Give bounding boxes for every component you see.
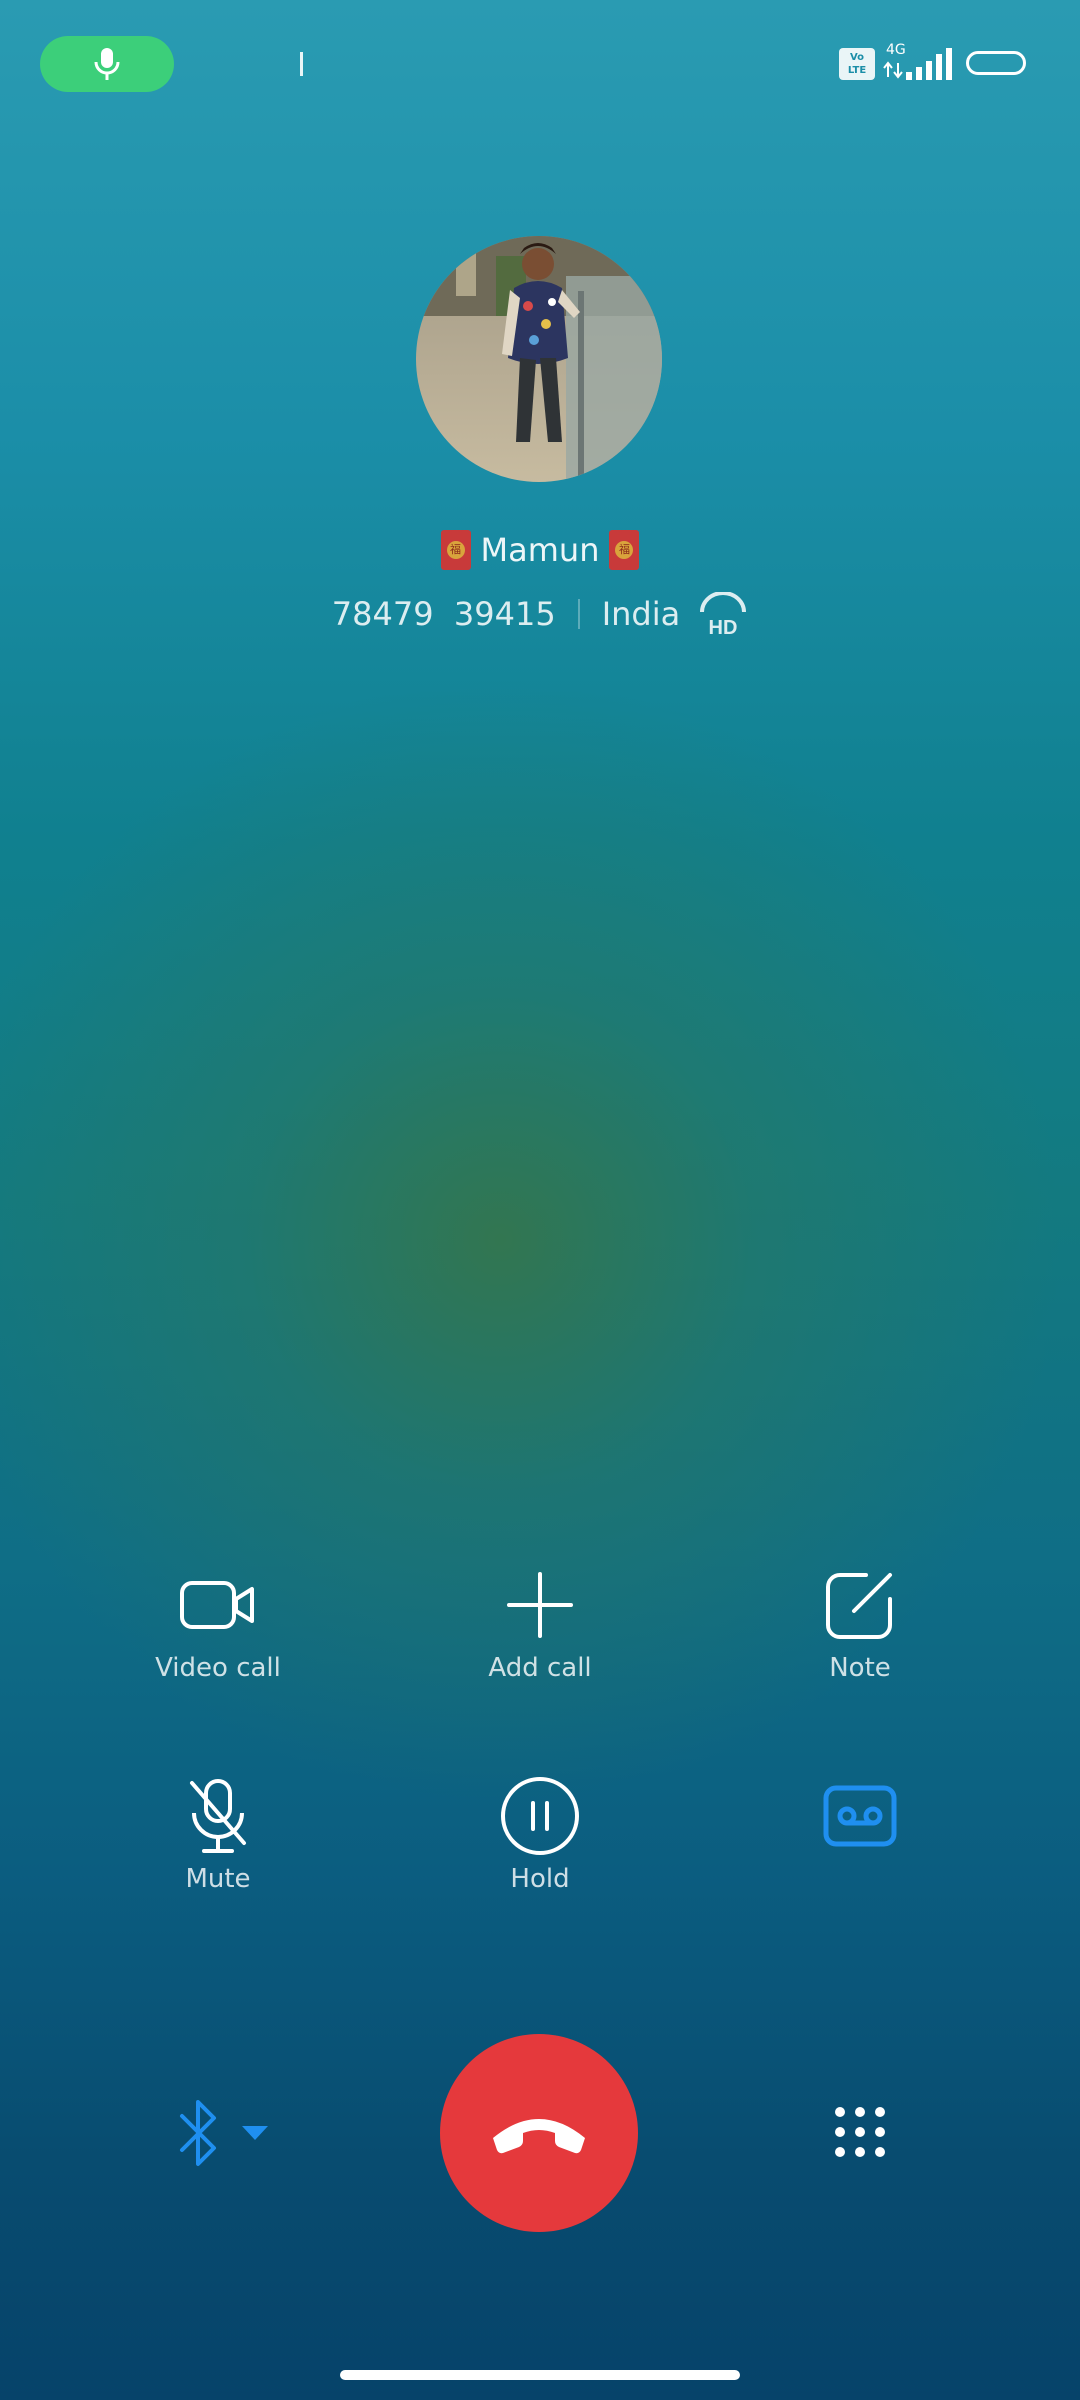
add-call-label: Add call bbox=[488, 1653, 592, 1683]
home-indicator-bar[interactable] bbox=[340, 2370, 740, 2380]
in-call-screen: Vo LTE 4G 福 Mamun 福 78479 39415 India HD… bbox=[0, 0, 1080, 2400]
note-button[interactable]: Note bbox=[710, 1565, 1010, 1683]
note-edit-icon bbox=[826, 1573, 892, 1639]
hd-voice-icon: HD bbox=[698, 592, 748, 636]
mic-in-use-indicator[interactable] bbox=[40, 36, 174, 92]
voicemail-record-icon bbox=[823, 1785, 897, 1847]
battery-icon bbox=[966, 51, 1026, 75]
add-call-button[interactable]: Add call bbox=[390, 1565, 690, 1683]
pause-icon bbox=[501, 1777, 579, 1855]
video-camera-icon bbox=[180, 1581, 254, 1629]
note-label: Note bbox=[829, 1653, 891, 1683]
microphone-off-icon bbox=[190, 1779, 246, 1853]
keypad-button[interactable] bbox=[832, 2104, 888, 2164]
caller-meta-row: 78479 39415 India HD bbox=[0, 586, 1080, 642]
record-button[interactable] bbox=[710, 1776, 1010, 1856]
volte-label-bottom: LTE bbox=[847, 65, 867, 76]
mute-button[interactable]: Mute bbox=[68, 1776, 368, 1894]
signal-bars-icon bbox=[883, 48, 952, 80]
flag-emblem-icon: 福 bbox=[440, 530, 471, 570]
volte-icon: Vo LTE bbox=[839, 48, 875, 80]
video-call-button[interactable]: Video call bbox=[68, 1565, 368, 1683]
caller-name: Mamun bbox=[480, 531, 600, 569]
chevron-down-icon bbox=[242, 2126, 268, 2140]
hold-label: Hold bbox=[510, 1864, 570, 1894]
plus-icon bbox=[507, 1572, 573, 1638]
video-call-label: Video call bbox=[155, 1653, 281, 1683]
caller-number: 78479 39415 bbox=[331, 595, 556, 633]
bluetooth-icon bbox=[180, 2100, 216, 2166]
flag-emblem-icon: 福 bbox=[609, 530, 640, 570]
caller-photo bbox=[416, 236, 662, 482]
end-call-icon bbox=[493, 2119, 585, 2154]
status-divider bbox=[300, 52, 303, 76]
keypad-icon bbox=[835, 2107, 885, 2157]
flag-emblem-char: 福 bbox=[446, 541, 465, 559]
meta-divider bbox=[577, 599, 580, 629]
volte-label-top: Vo bbox=[849, 52, 865, 63]
flag-emblem-char: 福 bbox=[615, 541, 634, 559]
audio-route-selector[interactable] bbox=[176, 2096, 270, 2170]
end-call-button[interactable] bbox=[440, 2034, 638, 2232]
caller-location: India bbox=[601, 595, 681, 633]
caller-avatar bbox=[416, 236, 662, 482]
hold-button[interactable]: Hold bbox=[390, 1776, 690, 1894]
caller-name-row: 福 Mamun 福 bbox=[0, 522, 1080, 578]
hd-label: HD bbox=[709, 617, 738, 636]
microphone-icon bbox=[94, 48, 120, 80]
mute-label: Mute bbox=[185, 1864, 251, 1894]
